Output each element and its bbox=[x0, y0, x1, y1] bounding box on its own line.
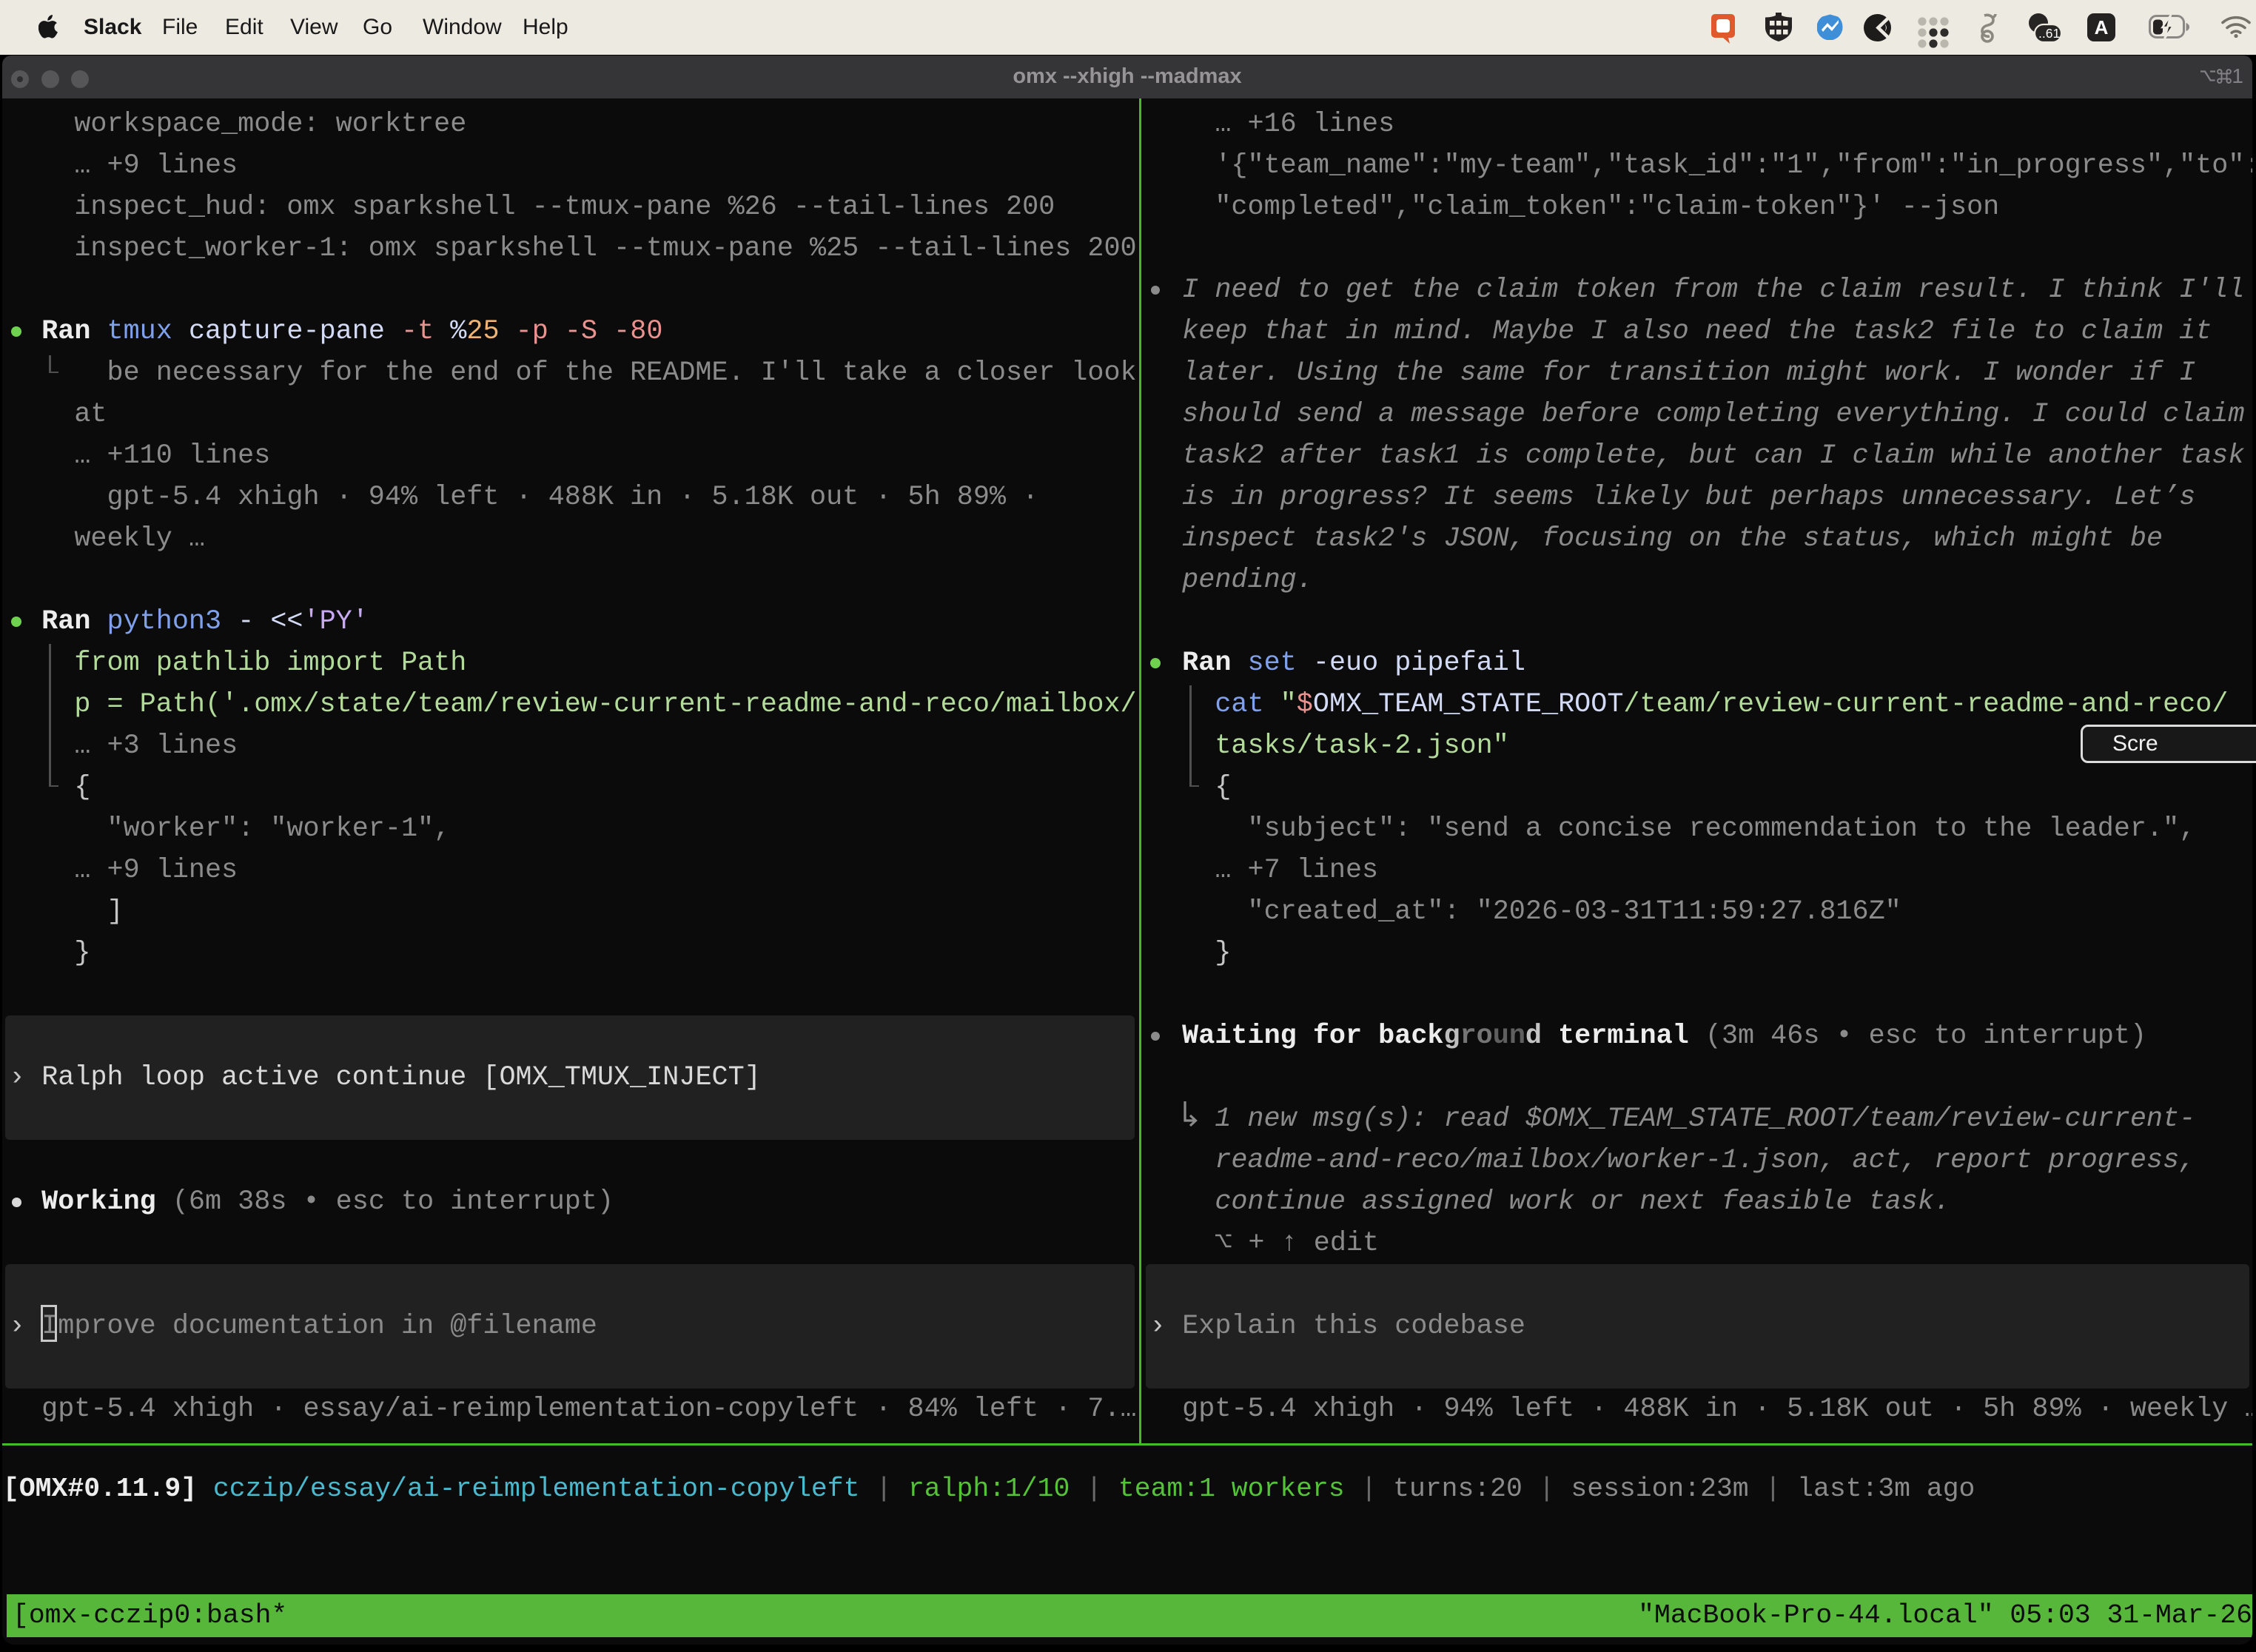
svg-text:..61: ..61 bbox=[2038, 26, 2060, 41]
svg-text:A: A bbox=[2095, 16, 2109, 38]
